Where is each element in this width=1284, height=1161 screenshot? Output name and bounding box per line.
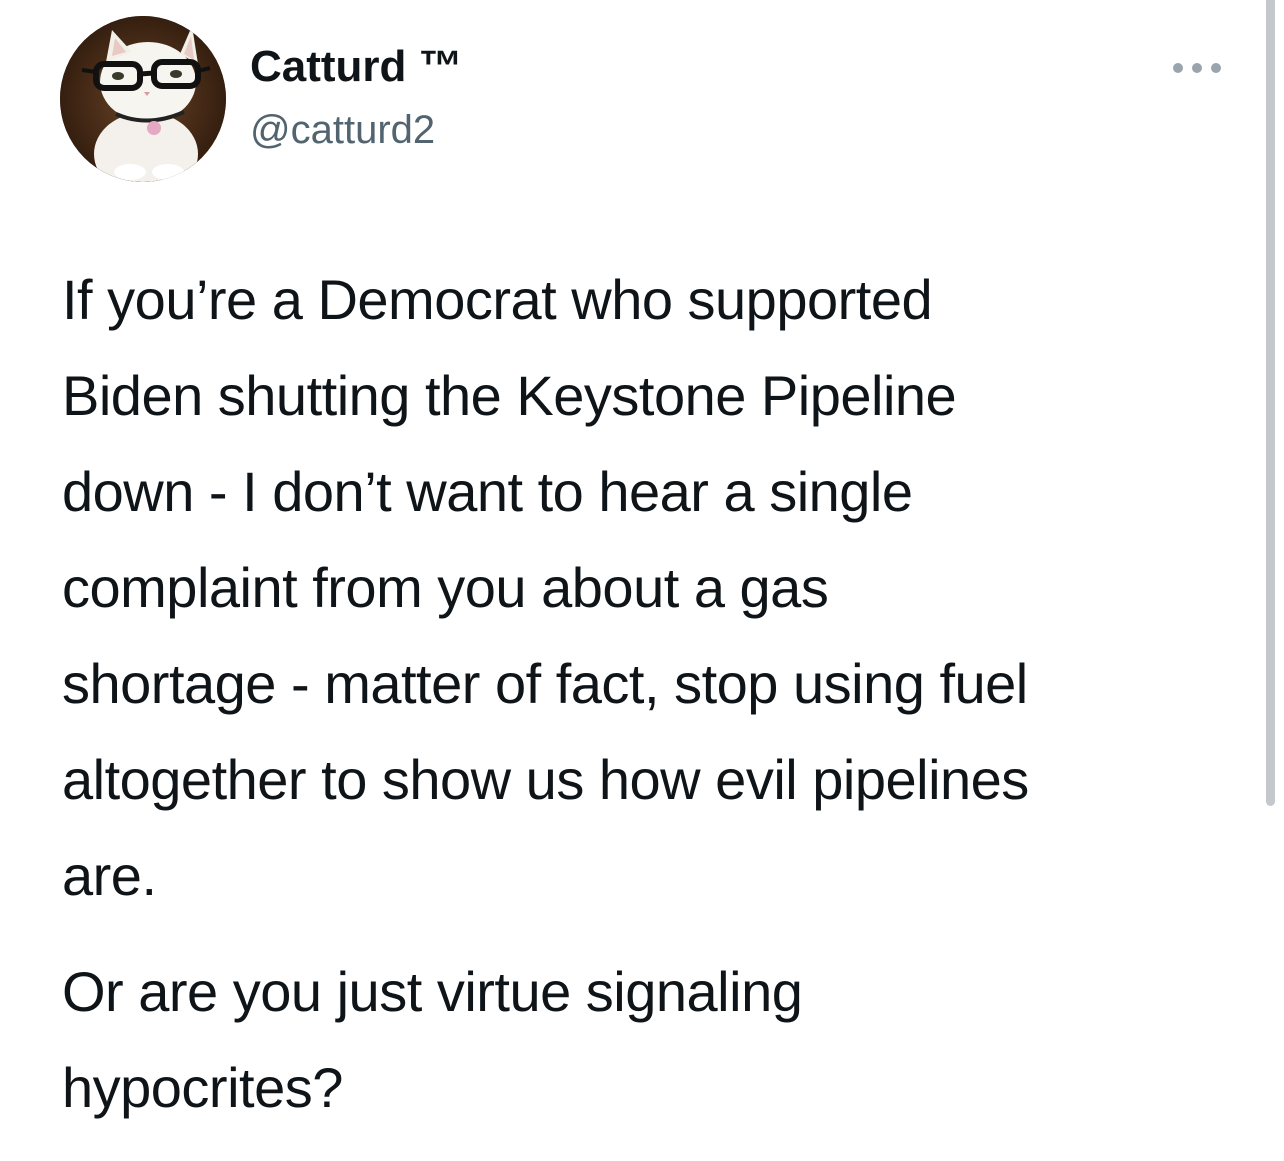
more-options-button[interactable]	[1168, 56, 1228, 80]
tweet-paragraph: If you’re a Democrat who supported Biden…	[62, 268, 1029, 907]
tweet-text: If you’re a Democrat who supported Biden…	[62, 252, 1262, 1136]
avatar[interactable]	[60, 16, 226, 182]
tweet: Catturd ™ @catturd2 If you’re a Democrat…	[0, 0, 1284, 1161]
display-name[interactable]: Catturd ™	[250, 42, 463, 92]
username-handle[interactable]: @catturd2	[250, 108, 435, 153]
cat-with-glasses-avatar-icon	[60, 16, 226, 182]
tweet-paragraph: Or are you just virtue signaling hypocri…	[62, 960, 803, 1119]
more-options-icon	[1173, 63, 1221, 73]
scrollbar[interactable]	[1266, 0, 1275, 806]
